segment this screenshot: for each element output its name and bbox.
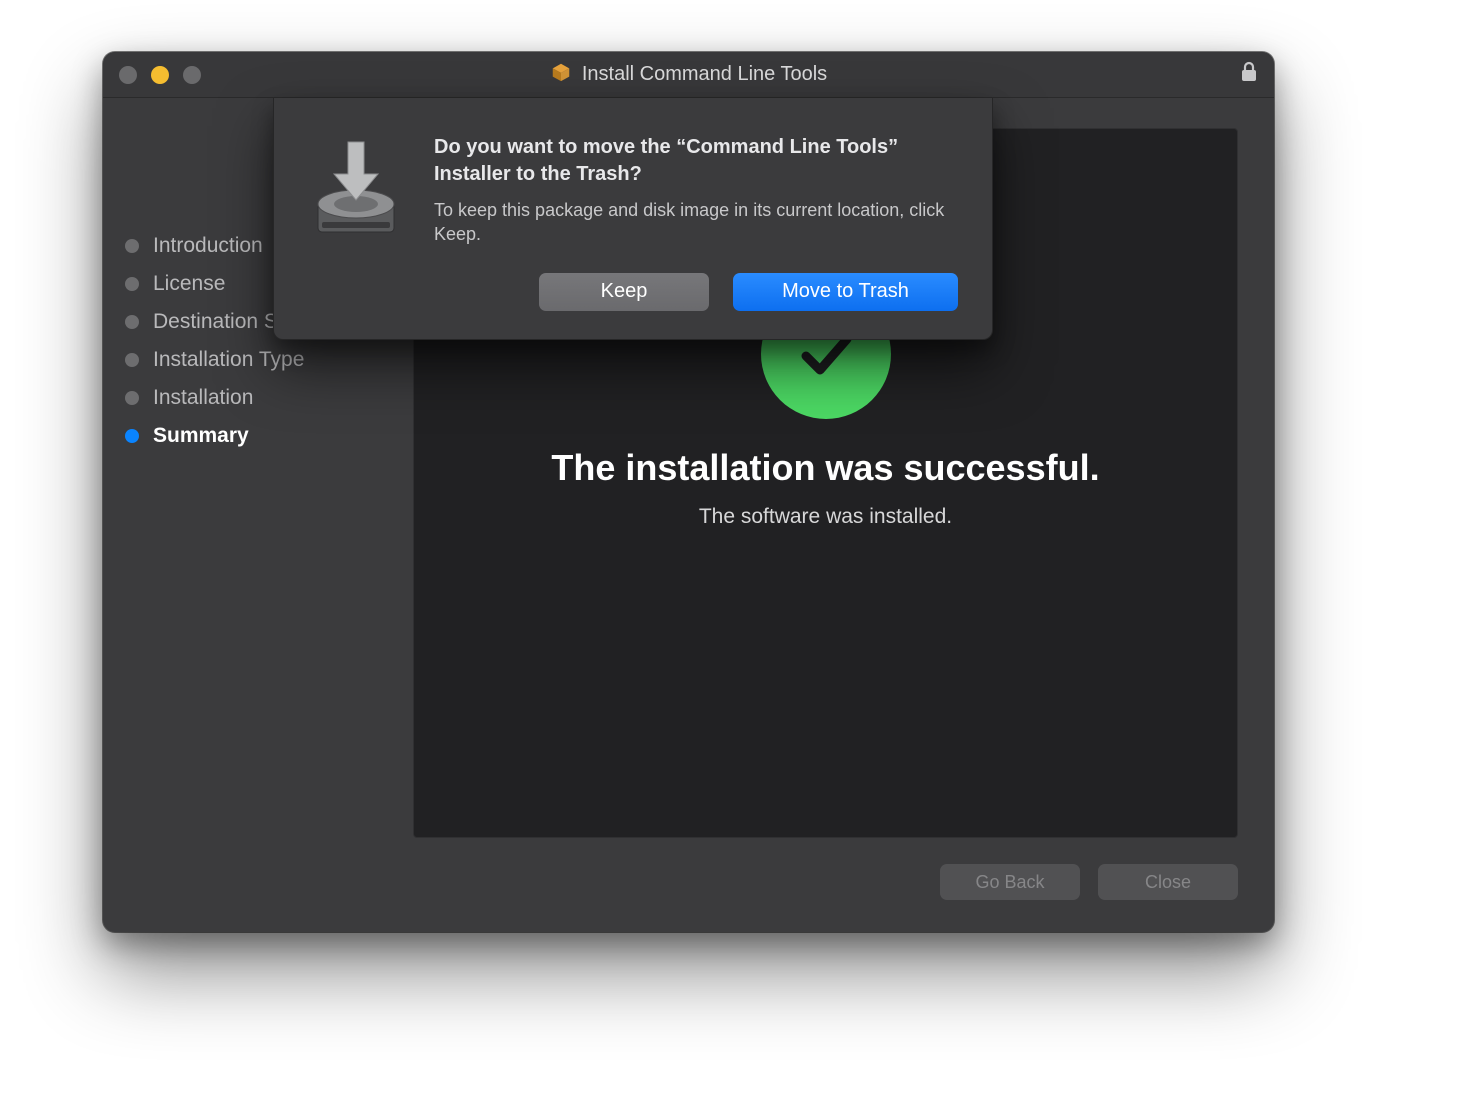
sheet-actions: Keep Move to Trash (434, 273, 958, 311)
step-bullet-icon (125, 315, 139, 329)
lock-icon[interactable] (1240, 61, 1258, 88)
window-title-area: Install Command Line Tools (103, 61, 1274, 89)
step-label: Introduction (153, 234, 263, 258)
step-bullet-icon (125, 353, 139, 367)
installer-window: Install Command Line Tools Introduction … (103, 52, 1274, 932)
disk-download-icon (308, 134, 404, 311)
step-bullet-icon (125, 391, 139, 405)
sheet-description: To keep this package and disk image in i… (434, 198, 958, 247)
keep-button[interactable]: Keep (539, 273, 709, 311)
step-installation: Installation (125, 386, 401, 410)
sheet-body: Do you want to move the “Command Line To… (434, 134, 958, 311)
sheet-title: Do you want to move the “Command Line To… (434, 134, 958, 188)
step-label: Summary (153, 424, 249, 448)
success-subline: The software was installed. (699, 505, 952, 529)
step-summary: Summary (125, 424, 401, 448)
step-label: License (153, 272, 225, 296)
close-button[interactable]: Close (1098, 864, 1238, 900)
step-bullet-icon (125, 429, 139, 443)
step-bullet-icon (125, 277, 139, 291)
zoom-window-button[interactable] (183, 66, 201, 84)
step-bullet-icon (125, 239, 139, 253)
close-window-button[interactable] (119, 66, 137, 84)
move-to-trash-button[interactable]: Move to Trash (733, 273, 958, 311)
window-title: Install Command Line Tools (582, 63, 827, 86)
success-headline: The installation was successful. (551, 447, 1099, 489)
step-label: Installation (153, 386, 253, 410)
step-label: Installation Type (153, 348, 304, 372)
window-controls (119, 66, 201, 84)
titlebar: Install Command Line Tools (103, 52, 1274, 98)
footer-actions: Go Back Close (413, 838, 1238, 900)
step-installation-type: Installation Type (125, 348, 401, 372)
go-back-button[interactable]: Go Back (940, 864, 1080, 900)
minimize-window-button[interactable] (151, 66, 169, 84)
trash-prompt-sheet: Do you want to move the “Command Line To… (273, 98, 993, 340)
package-icon (550, 61, 572, 89)
